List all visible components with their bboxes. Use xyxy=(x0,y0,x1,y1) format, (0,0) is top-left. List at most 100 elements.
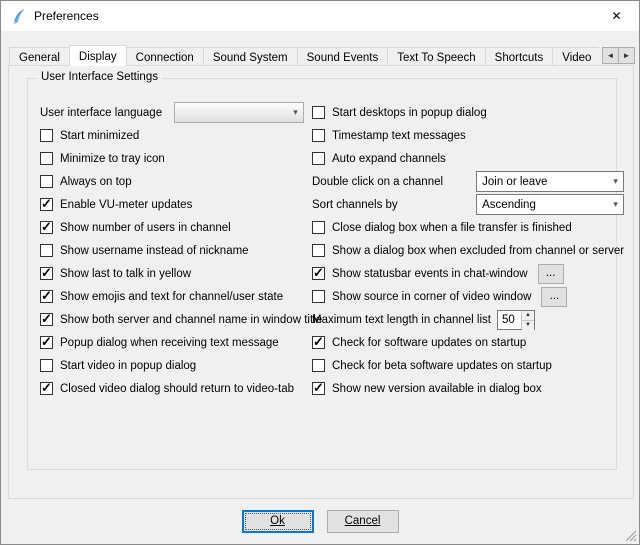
language-row: User interface language ▾ xyxy=(40,101,304,124)
tab-bar: General Display Connection Sound System … xyxy=(9,45,599,66)
checkbox[interactable] xyxy=(40,336,53,349)
checkbox-row[interactable]: Start video in popup dialog xyxy=(40,354,304,377)
double-click-select[interactable]: Join or leave ▾ xyxy=(476,171,624,192)
max-text-length-label: Maximum text length in channel list xyxy=(312,314,491,326)
tab-shortcuts[interactable]: Shortcuts xyxy=(485,47,554,66)
resize-grip[interactable] xyxy=(624,529,637,542)
checkbox-label: Check for software updates on startup xyxy=(332,337,526,349)
display-tab-page: User Interface Settings User interface l… xyxy=(8,65,634,499)
checkbox[interactable] xyxy=(312,221,325,234)
checkbox[interactable] xyxy=(40,175,53,188)
checkbox[interactable] xyxy=(40,152,53,165)
window-title: Preferences xyxy=(34,9,99,23)
checkbox[interactable] xyxy=(312,106,325,119)
checkbox-label: Show last to talk in yellow xyxy=(60,268,191,280)
checkbox-label: Show emojis and text for channel/user st… xyxy=(60,291,283,303)
statusbar-events-row[interactable]: Show statusbar events in chat-window ... xyxy=(312,262,624,285)
checkbox[interactable] xyxy=(312,336,325,349)
cancel-button[interactable]: Cancel xyxy=(327,510,399,533)
checkbox[interactable] xyxy=(40,221,53,234)
checkbox-row[interactable]: Start desktops in popup dialog xyxy=(312,101,624,124)
checkbox-row[interactable]: Show last to talk in yellow xyxy=(40,262,304,285)
checkbox-row[interactable]: Closed video dialog should return to vid… xyxy=(40,377,304,400)
tab-video[interactable]: Video xyxy=(552,47,599,66)
checkbox-row[interactable]: Close dialog box when a file transfer is… xyxy=(312,216,624,239)
checkbox-row[interactable]: Start minimized xyxy=(40,124,304,147)
checkbox-row[interactable]: Enable VU-meter updates xyxy=(40,193,304,216)
checkbox[interactable] xyxy=(312,152,325,165)
tab-sound-system[interactable]: Sound System xyxy=(203,47,298,66)
chevron-down-icon: ▾ xyxy=(608,199,623,210)
video-source-options-button[interactable]: ... xyxy=(541,287,567,307)
checkbox-label: Auto expand channels xyxy=(332,153,446,165)
max-text-length-value[interactable]: 50 xyxy=(498,311,521,329)
checkbox-row[interactable]: Always on top xyxy=(40,170,304,193)
checkbox[interactable] xyxy=(312,267,325,280)
tab-display[interactable]: Display xyxy=(69,45,127,66)
language-select[interactable]: ▾ xyxy=(174,102,304,123)
chevron-down-icon: ▾ xyxy=(288,107,303,118)
checkbox[interactable] xyxy=(40,290,53,303)
checkbox[interactable] xyxy=(40,129,53,142)
spin-up-icon[interactable]: ▲ xyxy=(522,311,534,321)
sort-channels-row: Sort channels by Ascending ▾ xyxy=(312,193,624,216)
ok-button[interactable]: Ok xyxy=(242,510,314,533)
tab-scroll-control: ◄ ► xyxy=(603,47,635,64)
checkbox[interactable] xyxy=(40,267,53,280)
checkbox[interactable] xyxy=(40,313,53,326)
video-source-row[interactable]: Show source in corner of video window ..… xyxy=(312,285,624,308)
checkbox-label: Popup dialog when receiving text message xyxy=(60,337,279,349)
checkbox-row[interactable]: Show username instead of nickname xyxy=(40,239,304,262)
checkbox[interactable] xyxy=(40,382,53,395)
checkbox-label: Show username instead of nickname xyxy=(60,245,249,257)
checkbox-label: Show both server and channel name in win… xyxy=(60,314,322,326)
checkbox[interactable] xyxy=(312,382,325,395)
checkbox-label: Minimize to tray icon xyxy=(60,153,165,165)
double-click-label: Double click on a channel xyxy=(312,176,443,188)
checkbox[interactable] xyxy=(312,290,325,303)
tab-sound-events[interactable]: Sound Events xyxy=(297,47,389,66)
tab-connection[interactable]: Connection xyxy=(126,47,204,66)
double-click-value: Join or leave xyxy=(482,176,547,188)
checkbox[interactable] xyxy=(40,359,53,372)
checkbox[interactable] xyxy=(40,244,53,257)
checkbox[interactable] xyxy=(312,244,325,257)
sort-channels-label: Sort channels by xyxy=(312,199,398,211)
right-column: Start desktops in popup dialog Timestamp… xyxy=(312,101,624,400)
tab-scroll-right-icon[interactable]: ► xyxy=(618,47,635,64)
max-text-length-spinner[interactable]: 50 ▲ ▼ xyxy=(497,310,535,330)
close-button[interactable]: ✕ xyxy=(594,1,639,31)
tab-text-to-speech[interactable]: Text To Speech xyxy=(387,47,485,66)
checkbox-row[interactable]: Show both server and channel name in win… xyxy=(40,308,304,331)
checkbox-row[interactable]: Timestamp text messages xyxy=(312,124,624,147)
tab-scroll-left-icon[interactable]: ◄ xyxy=(602,47,619,64)
checkbox[interactable] xyxy=(40,198,53,211)
checkbox[interactable] xyxy=(312,129,325,142)
checkbox-row[interactable]: Show a dialog box when excluded from cha… xyxy=(312,239,624,262)
titlebar: Preferences ✕ xyxy=(1,1,639,31)
checkbox-label: Enable VU-meter updates xyxy=(60,199,192,211)
checkbox-row[interactable]: Auto expand channels xyxy=(312,147,624,170)
checkbox-row[interactable]: Show new version available in dialog box xyxy=(312,377,624,400)
checkbox-label: Show number of users in channel xyxy=(60,222,231,234)
checkbox-row[interactable]: Show emojis and text for channel/user st… xyxy=(40,285,304,308)
checkbox-row[interactable]: Minimize to tray icon xyxy=(40,147,304,170)
app-logo-icon xyxy=(10,8,27,25)
checkbox-row[interactable]: Check for beta software updates on start… xyxy=(312,354,624,377)
spin-down-icon[interactable]: ▼ xyxy=(522,321,534,330)
checkbox-row[interactable]: Show number of users in channel xyxy=(40,216,304,239)
close-icon: ✕ xyxy=(611,9,621,23)
statusbar-events-options-button[interactable]: ... xyxy=(538,264,564,284)
language-label: User interface language xyxy=(40,107,162,119)
sort-channels-select[interactable]: Ascending ▾ xyxy=(476,194,624,215)
checkbox-row[interactable]: Popup dialog when receiving text message xyxy=(40,331,304,354)
checkbox-label: Show a dialog box when excluded from cha… xyxy=(332,245,624,257)
checkbox-row[interactable]: Check for software updates on startup xyxy=(312,331,624,354)
checkbox-label: Start desktops in popup dialog xyxy=(332,107,487,119)
checkbox-label: Show source in corner of video window xyxy=(332,291,531,303)
checkbox-label: Closed video dialog should return to vid… xyxy=(60,383,294,395)
checkbox-label: Start video in popup dialog xyxy=(60,360,196,372)
checkbox[interactable] xyxy=(312,359,325,372)
checkbox-label: Close dialog box when a file transfer is… xyxy=(332,222,572,234)
tab-general[interactable]: General xyxy=(9,47,70,66)
